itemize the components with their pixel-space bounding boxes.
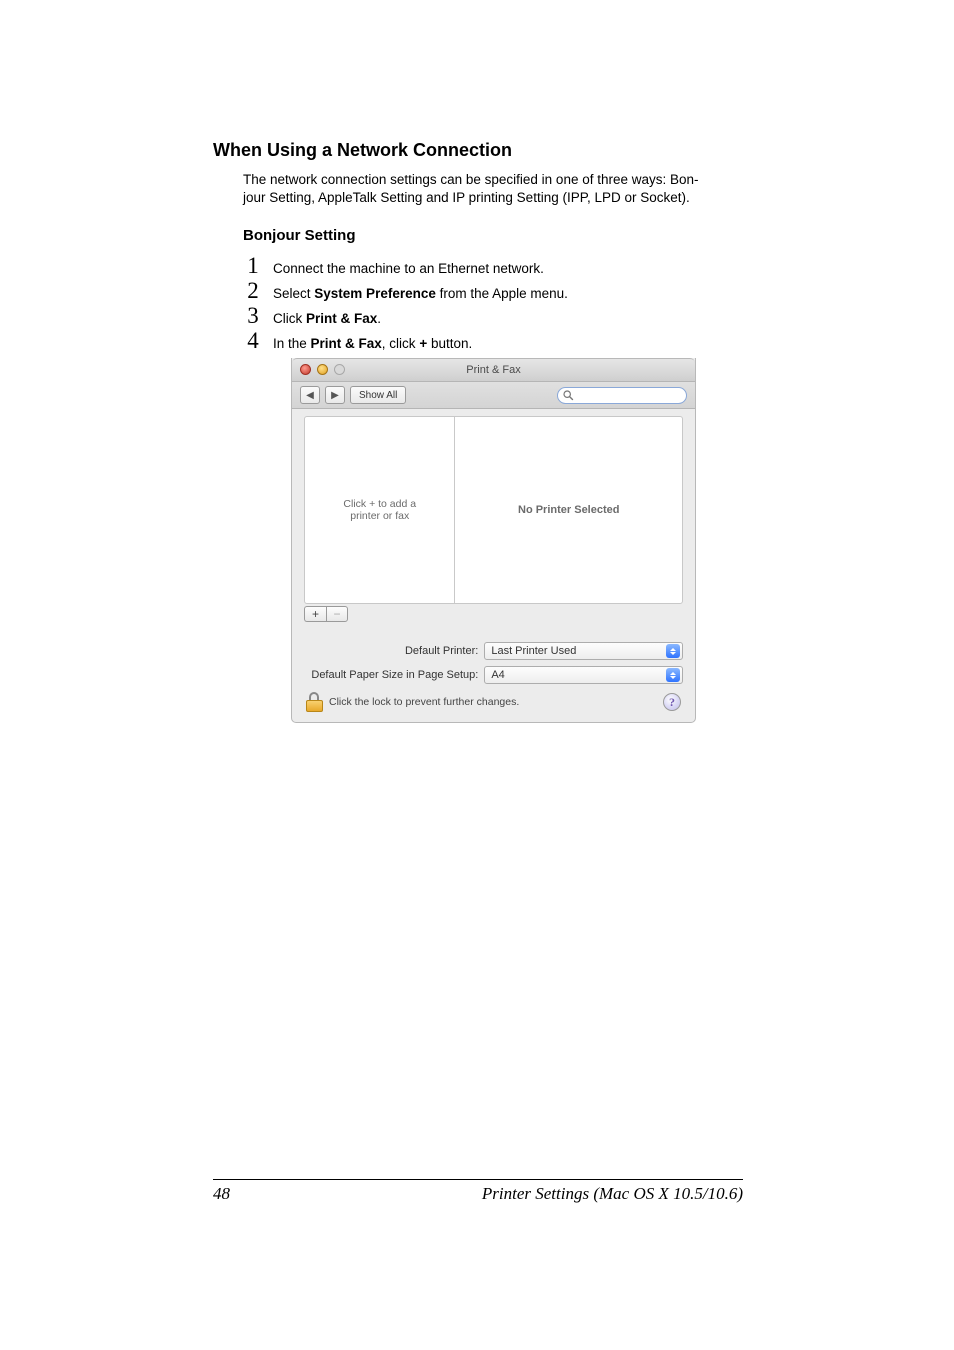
- search-input[interactable]: [557, 387, 687, 404]
- step-text: In the Print & Fax, click + button.: [273, 336, 472, 351]
- step-text-bold: Print & Fax: [306, 311, 377, 326]
- window-titlebar: Print & Fax: [292, 358, 695, 382]
- step-1: 1 Connect the machine to an Ethernet net…: [243, 254, 743, 277]
- left-hint-1: Click + to add a: [343, 498, 416, 510]
- steps-list: 1 Connect the machine to an Ethernet net…: [243, 254, 743, 352]
- default-paper-row: Default Paper Size in Page Setup: A4: [304, 666, 683, 684]
- step-4: 4 In the Print & Fax, click + button.: [243, 329, 743, 352]
- step-text: Select System Preference from the Apple …: [273, 286, 568, 301]
- intro-paragraph: The network connection settings can be s…: [243, 171, 743, 207]
- main-area: Click + to add a printer or fax No Print…: [304, 416, 683, 604]
- add-printer-button[interactable]: +: [304, 606, 326, 622]
- section-heading: When Using a Network Connection: [213, 140, 743, 161]
- intro-line-2: jour Setting, AppleTalk Setting and IP p…: [243, 190, 690, 205]
- step-number: 2: [243, 279, 263, 302]
- step-text-pre: Click: [273, 311, 306, 326]
- window-traffic-lights: [300, 364, 345, 375]
- intro-line-1: The network connection settings can be s…: [243, 172, 699, 187]
- step-3: 3 Click Print & Fax.: [243, 304, 743, 327]
- no-printer-label: No Printer Selected: [518, 504, 619, 516]
- step-text-post: button.: [427, 336, 472, 351]
- step-number: 3: [243, 304, 263, 327]
- left-hint-2: printer or fax: [350, 510, 409, 522]
- step-number: 1: [243, 254, 263, 277]
- search-icon: [563, 390, 574, 401]
- step-text-pre: In the: [273, 336, 311, 351]
- default-printer-dropdown[interactable]: Last Printer Used: [484, 642, 683, 660]
- step-text-post: from the Apple menu.: [436, 286, 568, 301]
- step-text-bold: System Preference: [314, 286, 436, 301]
- step-text-pre: Select: [273, 286, 314, 301]
- back-button[interactable]: ◀: [300, 386, 320, 404]
- window-toolbar: ◀ ▶ Show All: [292, 382, 695, 409]
- close-icon[interactable]: [300, 364, 311, 375]
- default-paper-dropdown[interactable]: A4: [484, 666, 683, 684]
- remove-printer-button[interactable]: −: [326, 606, 348, 622]
- lock-text: Click the lock to prevent further change…: [329, 696, 519, 708]
- default-paper-value: A4: [491, 669, 504, 681]
- default-printer-label: Default Printer:: [304, 645, 478, 657]
- footer-page-number: 48: [213, 1184, 230, 1204]
- step-text-post: .: [377, 311, 381, 326]
- chevron-updown-icon: [666, 644, 680, 658]
- lock-row: Click the lock to prevent further change…: [306, 692, 681, 712]
- lock-icon[interactable]: [306, 692, 323, 712]
- step-number: 4: [243, 329, 263, 352]
- step-text-bold: Print & Fax: [311, 336, 382, 351]
- showall-button[interactable]: Show All: [350, 386, 406, 404]
- page-footer: 48 Printer Settings (Mac OS X 10.5/10.6): [213, 1179, 743, 1204]
- default-printer-row: Default Printer: Last Printer Used: [304, 642, 683, 660]
- window-title: Print & Fax: [466, 364, 520, 376]
- step-text: Click Print & Fax.: [273, 311, 381, 326]
- zoom-icon[interactable]: [334, 364, 345, 375]
- minimize-icon[interactable]: [317, 364, 328, 375]
- step-2: 2 Select System Preference from the Appl…: [243, 279, 743, 302]
- forward-button[interactable]: ▶: [325, 386, 345, 404]
- toolbar-left: ◀ ▶ Show All: [300, 386, 406, 404]
- footer-section-title: Printer Settings (Mac OS X 10.5/10.6): [482, 1184, 743, 1204]
- printer-detail: No Printer Selected: [455, 417, 682, 603]
- print-fax-window: Print & Fax ◀ ▶ Show All Click + to add …: [291, 358, 696, 723]
- subhead-bonjour: Bonjour Setting: [243, 227, 743, 244]
- footer-rule: [213, 1179, 743, 1180]
- help-button[interactable]: ?: [663, 693, 681, 711]
- add-remove-buttons: + −: [304, 606, 348, 622]
- printer-list[interactable]: Click + to add a printer or fax: [305, 417, 455, 603]
- default-paper-label: Default Paper Size in Page Setup:: [304, 669, 478, 681]
- chevron-updown-icon: [666, 668, 680, 682]
- step-text: Connect the machine to an Ethernet netwo…: [273, 261, 544, 276]
- default-printer-value: Last Printer Used: [491, 645, 576, 657]
- step-text-mid: , click: [382, 336, 420, 351]
- settings-block: Default Printer: Last Printer Used Defau…: [304, 642, 683, 690]
